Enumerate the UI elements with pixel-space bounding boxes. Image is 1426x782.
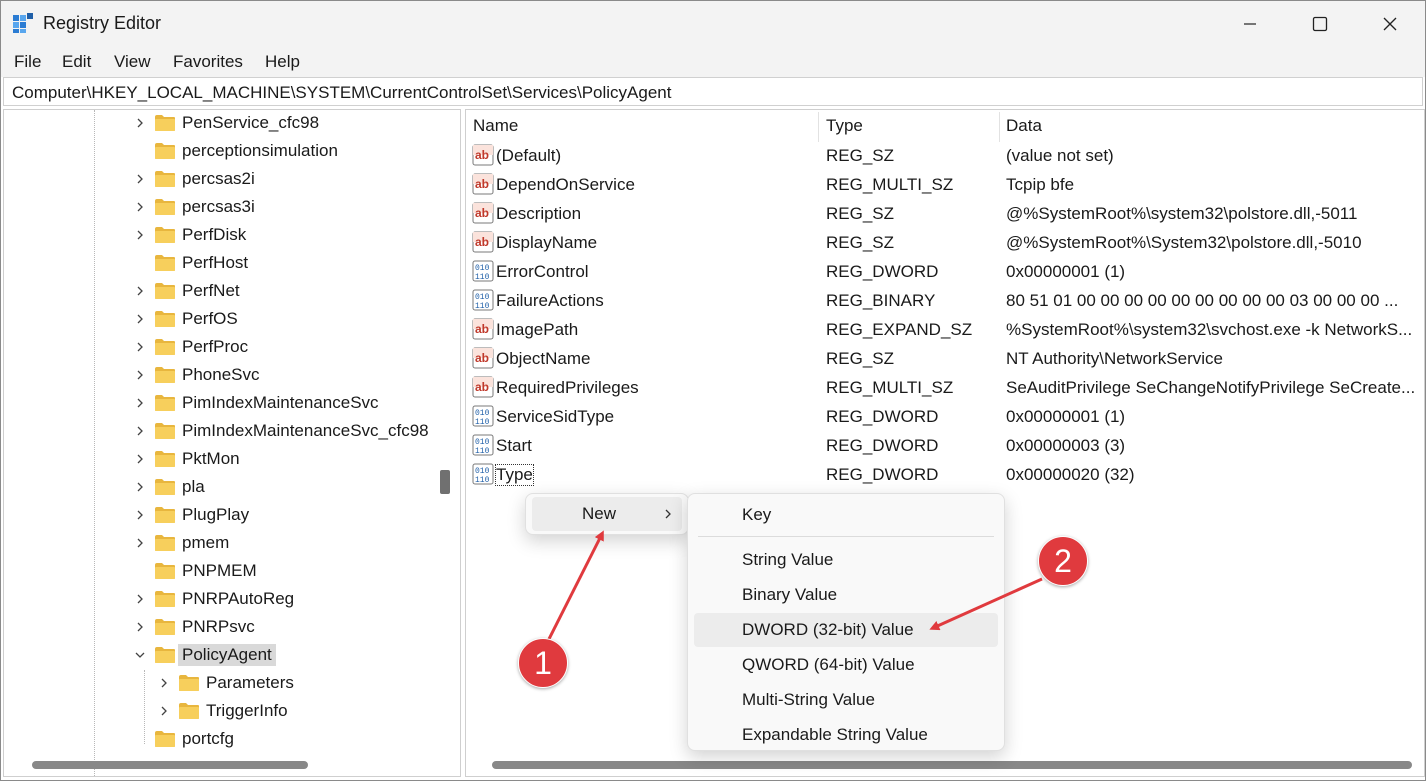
- annotation-arrows: [546, 530, 1043, 642]
- registry-editor-window: Registry Editor File Edit View Favorites…: [0, 0, 1426, 781]
- arrow-2: [929, 577, 1043, 631]
- arrow-1: [546, 530, 604, 642]
- step-badge-2: 2: [1038, 536, 1088, 586]
- step-badge-1: 1: [518, 638, 568, 688]
